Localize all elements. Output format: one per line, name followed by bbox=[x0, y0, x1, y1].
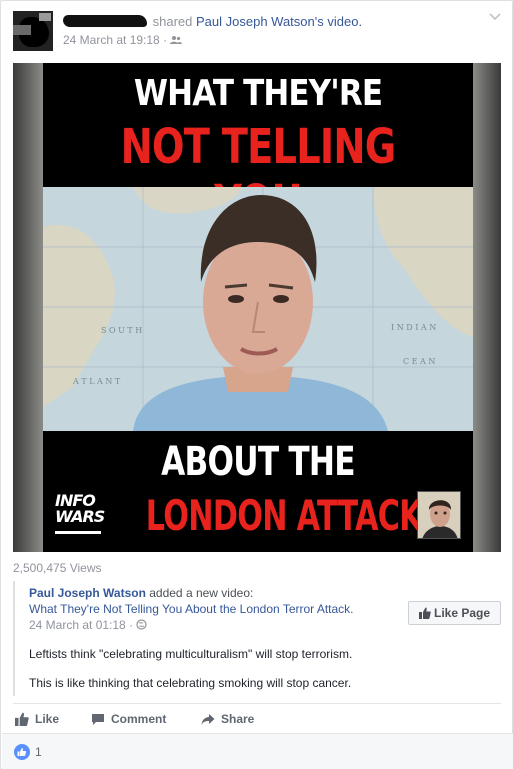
comment-icon bbox=[92, 714, 104, 725]
video-title-link[interactable]: What They're Not Telling You About the L… bbox=[29, 602, 350, 616]
chevron-down-icon[interactable] bbox=[489, 13, 501, 21]
shared-suffix: 's video. bbox=[314, 14, 363, 29]
share-button[interactable]: Share bbox=[201, 707, 254, 731]
shared-post-block: Paul Joseph Watson added a new video: Wh… bbox=[13, 581, 501, 696]
reaction-count[interactable]: 1 bbox=[35, 745, 42, 759]
view-count: 2,500,475 Views bbox=[13, 561, 102, 575]
globe-icon[interactable] bbox=[136, 619, 148, 630]
shared-from-link[interactable]: Paul Joseph Watson bbox=[196, 14, 315, 29]
headline-bottom-line2: LONDON ATTACK bbox=[145, 491, 423, 540]
post-meta: 24 March at 19:18 · bbox=[63, 33, 183, 47]
friends-icon[interactable] bbox=[170, 35, 183, 45]
avatar[interactable] bbox=[13, 11, 53, 51]
action-divider bbox=[13, 703, 501, 704]
redacted-author-name bbox=[63, 15, 147, 27]
headline-top-line1: WHAT THEY'RE bbox=[133, 73, 383, 114]
thumbs-up-icon bbox=[418, 607, 431, 619]
video-scene: S O U T H A T L A N T I N D I A N C E A … bbox=[43, 187, 473, 431]
map-label-atlant: A T L A N T bbox=[72, 377, 121, 386]
page-name-link[interactable]: Paul Joseph Watson bbox=[29, 586, 146, 600]
infowars-logo: INFO WARS bbox=[55, 493, 105, 541]
post-timestamp[interactable]: 24 March at 19:18 bbox=[63, 33, 160, 47]
video-player[interactable]: WHAT THEY'RE NOT TELLING YOU S O U T H A… bbox=[13, 63, 501, 552]
thumbs-up-icon bbox=[15, 712, 29, 726]
comment-button[interactable]: Comment bbox=[91, 707, 166, 731]
post-attribution: shared Paul Joseph Watson's video. bbox=[63, 13, 362, 31]
post-header: shared Paul Joseph Watson's video. 24 Ma… bbox=[13, 11, 501, 55]
reactions-bar: 1 bbox=[2, 733, 513, 769]
presenter-thumbnail bbox=[417, 491, 461, 539]
share-icon bbox=[201, 714, 215, 725]
headline-bottom-line1: ABOUT THE bbox=[161, 439, 355, 485]
world-map-backdrop: S O U T H A T L A N T I N D I A N C E A … bbox=[43, 187, 473, 431]
shared-action-text: shared bbox=[152, 14, 193, 29]
like-page-button[interactable]: Like Page bbox=[408, 601, 501, 625]
feed-post: shared Paul Joseph Watson's video. 24 Ma… bbox=[0, 0, 513, 769]
map-label-south: S O U T H bbox=[101, 326, 142, 335]
video-thumbnail[interactable]: WHAT THEY'RE NOT TELLING YOU S O U T H A… bbox=[43, 63, 473, 552]
shared-post-meta: 24 March at 01:18 · bbox=[29, 618, 148, 632]
like-button[interactable]: Like bbox=[15, 707, 59, 731]
shared-post-timestamp[interactable]: 24 March at 01:18 bbox=[29, 618, 126, 632]
map-label-indian: I N D I A N bbox=[391, 323, 436, 332]
shared-post-description: Paul Joseph Watson added a new video: Wh… bbox=[29, 586, 354, 616]
post-action-bar: Like Comment Share bbox=[13, 707, 501, 731]
post-text-paragraph-1: Leftists think "celebrating multicultura… bbox=[29, 647, 353, 661]
like-reaction-icon[interactable] bbox=[14, 744, 30, 760]
post-text-paragraph-2: This is like thinking that celebrating s… bbox=[29, 676, 352, 690]
map-label-ocean: C E A N bbox=[403, 357, 435, 366]
